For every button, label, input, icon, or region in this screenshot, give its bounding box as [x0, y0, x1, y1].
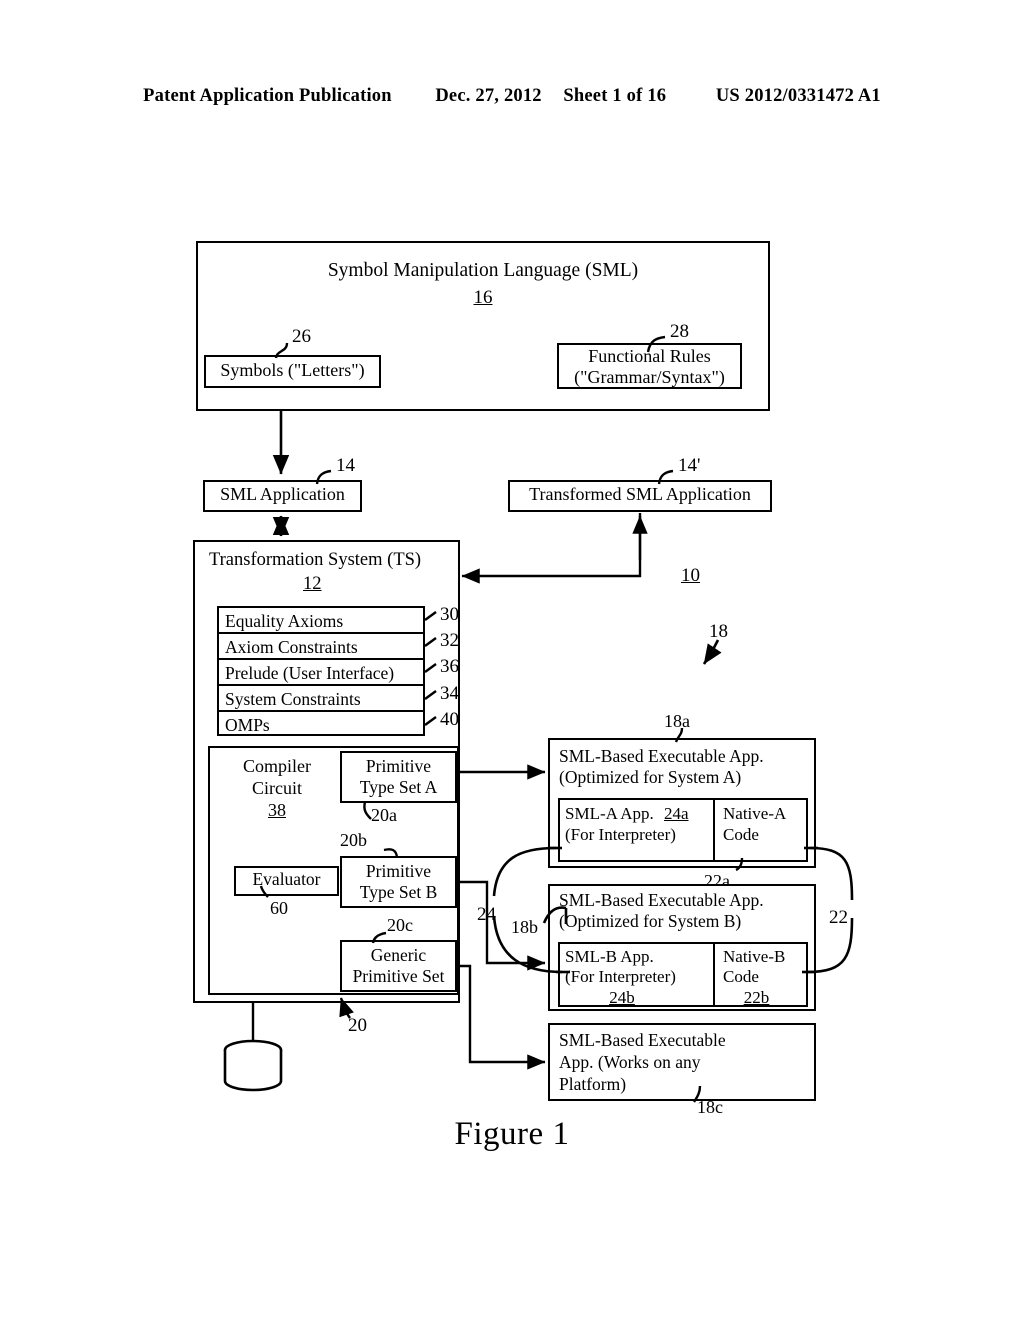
exec-c-title-line1: SML-Based Executable	[559, 1030, 726, 1050]
figure-caption: Figure 1	[454, 1116, 570, 1152]
publication-header: Patent Application Publication Dec. 27, …	[0, 86, 1024, 107]
exec-b-native-code: Native-B Code 22b	[717, 944, 808, 1007]
exec-b-title: SML-Based Executable App. (Optimized for…	[559, 890, 809, 933]
leader-18-arrow	[702, 639, 722, 665]
functional-rules-box: Functional Rules ("Grammar/Syntax")	[557, 343, 742, 389]
exec-c-title-line2: App. (Works on any	[559, 1051, 701, 1072]
ref-24a: 24a	[664, 804, 689, 823]
ref-14: 14	[336, 455, 355, 476]
ref-60: 60	[270, 898, 288, 918]
pts-b-line1: Primitive	[365, 861, 432, 881]
exec-a-native-line1: Native-A	[723, 804, 787, 823]
functional-rules-line1: Functional Rules	[588, 346, 711, 366]
primitive-type-set-b-box: Primitive Type Set B	[340, 856, 457, 908]
bracket-24-upper	[492, 846, 557, 897]
ref-10: 10	[681, 565, 700, 586]
evaluator-label: Evaluator	[252, 869, 321, 889]
sml-application-box: SML Application	[203, 480, 362, 512]
pts-a-line2: Type Set A	[359, 776, 438, 797]
ref-18b: 18b	[511, 917, 538, 937]
ref-18c: 18c	[697, 1097, 723, 1117]
ref-20c: 20c	[387, 915, 413, 935]
symbols-box: Symbols ("Letters")	[204, 355, 381, 388]
pts-a-line1: Primitive	[365, 756, 432, 776]
ref-22: 22	[829, 907, 848, 928]
bracket-22-upper	[809, 846, 854, 901]
compiler-circuit-label: Compiler Circuit 38	[222, 756, 332, 822]
exec-a-sml-line2: (For Interpreter)	[565, 824, 676, 844]
arrow-gps-to-exec-c	[457, 964, 546, 1070]
gps-line1: Generic	[370, 945, 427, 965]
ref-20a: 20a	[371, 805, 397, 825]
transformation-system-item-list: Equality Axioms Axiom Constraints Prelud…	[217, 606, 425, 736]
ref-34: 34	[440, 683, 459, 704]
functional-rules-line2: ("Grammar/Syntax")	[574, 367, 725, 388]
compiler-circuit-line1: Compiler	[243, 756, 311, 776]
ref-24b: 24b	[609, 987, 635, 1007]
exec-b-title-line1: SML-Based Executable App.	[559, 890, 764, 910]
ref-18: 18	[709, 621, 728, 642]
exec-b-native-line1: Native-B	[723, 947, 786, 966]
exec-a-native-line2: Code	[723, 824, 759, 844]
ref-32: 32	[440, 630, 459, 651]
ts-item-prelude: Prelude (User Interface)	[219, 660, 423, 686]
header-sheet: Sheet 1 of 16	[563, 86, 667, 106]
ref-20: 20	[348, 1015, 367, 1036]
transformed-sml-application-label: Transformed SML Application	[529, 484, 751, 504]
exec-b-sml-app: SML-B App. (For Interpreter) 24b	[560, 944, 715, 1007]
sml-executable-app-a-box: SML-Based Executable App. (Optimized for…	[548, 738, 816, 868]
exec-b-title-line2: (Optimized for System B)	[559, 911, 742, 932]
ref-26: 26	[292, 326, 311, 347]
compiler-circuit-line2: Circuit	[252, 777, 302, 798]
transformation-system-title: Transformation System (TS)	[209, 550, 422, 570]
header-publication-number: US 2012/0331472 A1	[715, 86, 881, 106]
ref-14-prime: 14'	[678, 455, 701, 476]
exec-b-native-line2: Code	[723, 967, 759, 987]
compiler-circuit-ref: 38	[268, 800, 286, 821]
symbols-label: Symbols ("Letters")	[220, 360, 365, 380]
arrow-transformed-app-to-ts	[466, 513, 642, 578]
ref-36: 36	[440, 656, 459, 677]
ref-24: 24	[477, 904, 496, 925]
ts-item-system-constraints: System Constraints	[219, 686, 423, 712]
sml-language-title: Symbol Manipulation Language (SML)	[327, 260, 639, 281]
exec-a-sml-line1: SML-A App.	[565, 804, 654, 823]
header-publication-label: Patent Application Publication	[143, 86, 392, 106]
ref-20b: 20b	[340, 830, 367, 850]
ref-28: 28	[670, 321, 689, 342]
exec-a-title-line2: (Optimized for System A)	[559, 767, 742, 788]
exec-a-subbox: SML-A App. (For Interpreter) 24a Native-…	[558, 798, 808, 862]
exec-c-title-line3: Platform)	[559, 1073, 627, 1094]
sml-executable-app-b-box: SML-Based Executable App. (Optimized for…	[548, 884, 816, 1011]
ref-22b: 22b	[743, 987, 770, 1007]
ts-item-axiom-constraints: Axiom Constraints	[219, 634, 423, 660]
evaluator-box: Evaluator	[234, 866, 339, 896]
ref-18a: 18a	[664, 711, 690, 731]
sml-language-ref: 16	[473, 287, 493, 308]
transformation-system-ref: 12	[303, 574, 322, 594]
database-ref-44: 44	[240, 1061, 258, 1081]
ref-40: 40	[440, 709, 459, 730]
exec-a-sml-app: SML-A App. (For Interpreter)	[560, 800, 715, 860]
database-top	[223, 1039, 283, 1061]
exec-a-title: SML-Based Executable App. (Optimized for…	[559, 746, 809, 789]
exec-c-title: SML-Based Executable App. (Works on any …	[559, 1030, 809, 1096]
sml-executable-app-any-platform-box: SML-Based Executable App. (Works on any …	[548, 1023, 816, 1101]
patent-figure-page: Patent Application Publication Dec. 27, …	[0, 0, 1024, 1320]
exec-b-sml-line1: SML-B App.	[565, 947, 654, 966]
ref-30: 30	[440, 604, 459, 625]
primitive-type-set-a-box: Primitive Type Set A	[340, 751, 457, 803]
ts-item-omps: OMPs	[225, 715, 270, 735]
ts-item-equality-axioms: Equality Axioms	[219, 608, 423, 634]
sml-application-label: SML Application	[220, 484, 345, 504]
exec-a-native-code: Native-A Code	[717, 800, 808, 860]
exec-a-title-line1: SML-Based Executable App.	[559, 746, 764, 766]
header-date: Dec. 27, 2012	[435, 86, 542, 106]
pts-b-line2: Type Set B	[359, 881, 438, 902]
gps-line2: Primitive Set	[352, 965, 445, 986]
generic-primitive-set-box: Generic Primitive Set	[340, 940, 457, 992]
transformed-sml-application-box: Transformed SML Application	[508, 480, 772, 512]
exec-b-subbox: SML-B App. (For Interpreter) 24b Native-…	[558, 942, 808, 1007]
exec-b-sml-line2: (For Interpreter)	[565, 967, 676, 987]
